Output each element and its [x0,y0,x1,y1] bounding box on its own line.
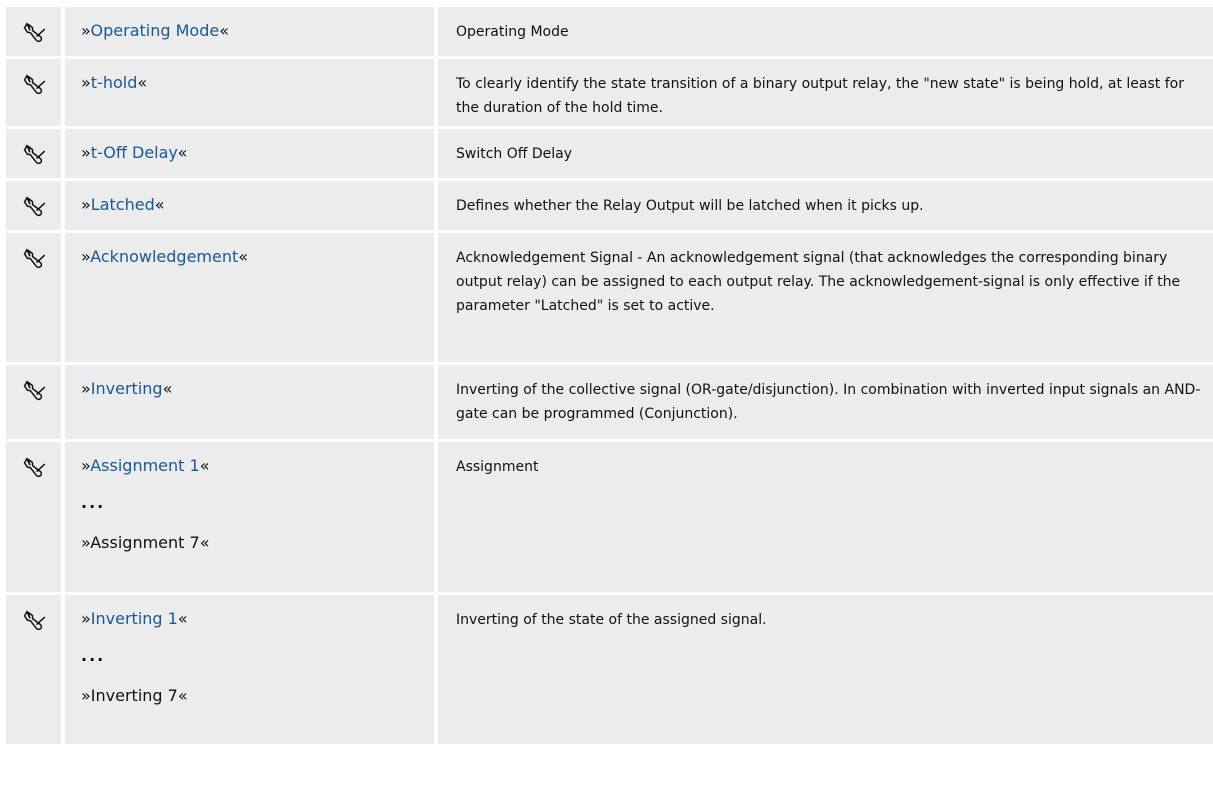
quote-open: » [81,686,91,705]
icon-cell [6,442,65,595]
range-ellipsis: ... [81,493,106,512]
param-desc-cell: Defines whether the Relay Output will be… [438,181,1213,233]
quote-close: « [154,195,165,214]
param-name-cell: »Inverting« [65,365,438,442]
param-description: Inverting of the state of the assigned s… [456,612,767,628]
wrench-icon [22,72,46,96]
param-link-acknowledgement[interactable]: Acknowledgement [90,247,238,266]
param-name-cell: »Assignment 1« ... »Assignment 7« [65,442,438,595]
quote-open: » [81,379,91,398]
icon-cell [6,233,65,365]
param-desc-cell: Inverting of the collective signal (OR-g… [438,365,1213,442]
quote-open: » [81,73,91,92]
param-desc-cell: Inverting of the state of the assigned s… [438,595,1213,747]
quote-close: « [238,247,249,266]
quote-open: » [81,21,91,40]
table-row: »Operating Mode« Operating Mode [6,7,1213,59]
icon-cell [6,7,65,59]
param-link-t-off-delay[interactable]: t-Off Delay [91,143,178,162]
param-link-latched[interactable]: Latched [91,195,155,214]
parameter-table: »Operating Mode« Operating Mode »t-hold«… [6,7,1213,747]
quote-close: « [137,73,148,92]
param-name-assignment-7: Assignment 7 [90,533,200,552]
quote-close: « [162,379,173,398]
quote-open: » [81,609,91,628]
wrench-icon [22,378,46,402]
table-row: »Acknowledgement« Acknowledgement Signal… [6,233,1213,365]
param-description: Inverting of the collective signal (OR-g… [456,382,1201,422]
param-description: Switch Off Delay [456,146,572,162]
param-name-cell: »Operating Mode« [65,7,438,59]
table-row: »Inverting« Inverting of the collective … [6,365,1213,442]
param-desc-cell: Assignment [438,442,1213,595]
wrench-icon [22,608,46,632]
param-name-cell: »Acknowledgement« [65,233,438,365]
quote-close: « [199,533,210,552]
wrench-icon [22,246,46,270]
quote-open: » [81,195,91,214]
param-name-cell: »t-hold« [65,59,438,129]
icon-cell [6,595,65,747]
param-description: To clearly identify the state transition… [456,76,1184,116]
param-description: Operating Mode [456,24,569,40]
quote-close: « [199,456,210,475]
param-name-inverting-7: Inverting 7 [90,686,178,705]
table-row: »Latched« Defines whether the Relay Outp… [6,181,1213,233]
quote-open: » [81,247,91,266]
quote-close: « [177,686,188,705]
quote-close: « [177,143,188,162]
param-desc-cell: Acknowledgement Signal - An acknowledgem… [438,233,1213,365]
param-link-inverting[interactable]: Inverting [91,379,163,398]
param-link-t-hold[interactable]: t-hold [91,73,138,92]
table-row: »t-Off Delay« Switch Off Delay [6,129,1213,181]
quote-open: » [81,456,91,475]
param-link-operating-mode[interactable]: Operating Mode [91,21,220,40]
icon-cell [6,181,65,233]
table-row: »Assignment 1« ... »Assignment 7« Assign… [6,442,1213,595]
param-description: Acknowledgement Signal - An acknowledgem… [456,250,1181,314]
param-description: Assignment [456,459,539,475]
param-desc-cell: Operating Mode [438,7,1213,59]
icon-cell [6,129,65,181]
icon-cell [6,365,65,442]
wrench-icon [22,20,46,44]
icon-cell [6,59,65,129]
wrench-icon [22,142,46,166]
param-desc-cell: Switch Off Delay [438,129,1213,181]
quote-open: » [81,533,91,552]
param-link-assignment-1[interactable]: Assignment 1 [90,456,199,475]
range-ellipsis: ... [81,646,106,665]
param-name-cell: »Latched« [65,181,438,233]
wrench-icon [22,194,46,218]
param-name-cell: »t-Off Delay« [65,129,438,181]
param-link-inverting-1[interactable]: Inverting 1 [91,609,178,628]
quote-open: » [81,143,91,162]
quote-close: « [219,21,229,40]
param-description: Defines whether the Relay Output will be… [456,198,924,214]
param-desc-cell: To clearly identify the state transition… [438,59,1213,129]
wrench-icon [22,455,46,479]
table-row: »Inverting 1« ... »Inverting 7« Invertin… [6,595,1213,747]
quote-close: « [177,609,188,628]
table-row: »t-hold« To clearly identify the state t… [6,59,1213,129]
param-name-cell: »Inverting 1« ... »Inverting 7« [65,595,438,747]
